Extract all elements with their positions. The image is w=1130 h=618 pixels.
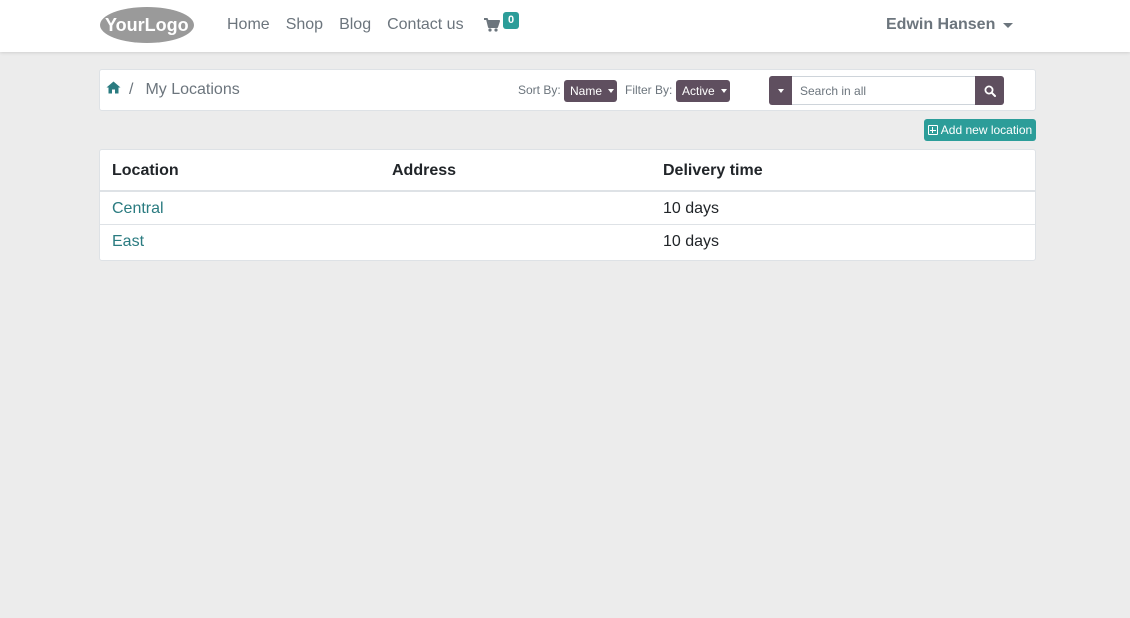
chevron-down-icon (608, 89, 615, 93)
logo-text-your: YourLogo (105, 15, 189, 35)
chevron-down-icon (1003, 22, 1014, 28)
column-header-address: Address (392, 162, 457, 179)
search-input[interactable] (792, 76, 975, 105)
chevron-down-icon (777, 88, 784, 93)
delivery-time-cell: 10 days (663, 200, 720, 217)
user-menu[interactable]: Edwin Hansen (886, 15, 1014, 35)
delivery-time-cell: 10 days (663, 233, 720, 250)
location-link[interactable]: Central (112, 200, 164, 218)
breadcrumb-bar: / My Locations Sort By: Name Filter By: … (99, 69, 1036, 111)
table-row: Central 10 days (100, 192, 1035, 225)
site-header: YourLogo Home Shop Blog Contact us 0 Edw… (0, 0, 1130, 52)
table-row: East 10 days (100, 225, 1035, 258)
filter-value: Active (682, 84, 715, 98)
sort-value: Name (570, 84, 603, 98)
nav-shop[interactable]: Shop (286, 16, 323, 34)
breadcrumb: / My Locations (106, 81, 240, 99)
breadcrumb-current: My Locations (145, 81, 240, 98)
table-header: Location Address Delivery time (100, 150, 1035, 192)
locations-table: Location Address Delivery time Central 1… (99, 149, 1036, 261)
logo-icon: YourLogo (100, 7, 194, 43)
nav-blog[interactable]: Blog (339, 16, 371, 34)
main-nav: Home Shop Blog Contact us (227, 0, 480, 50)
add-new-location-label: Add new location (940, 123, 1033, 137)
search-options-dropdown[interactable] (769, 76, 792, 105)
sort-label: Sort By: (518, 83, 561, 97)
nav-contact-us[interactable]: Contact us (387, 16, 463, 34)
breadcrumb-separator: / (129, 81, 134, 98)
home-icon[interactable] (106, 81, 121, 99)
cart-count-badge: 0 (503, 12, 519, 29)
add-new-location-button[interactable]: Add new location (924, 119, 1036, 141)
plus-square-icon (927, 125, 938, 135)
search-button[interactable] (975, 76, 1004, 105)
logo[interactable]: YourLogo (99, 5, 195, 45)
column-header-location: Location (112, 162, 179, 179)
sort-dropdown[interactable]: Name (564, 80, 617, 102)
cart-button[interactable]: 0 (484, 12, 524, 40)
chevron-down-icon (720, 89, 727, 93)
search-group (769, 76, 1004, 105)
column-header-delivery-time: Delivery time (663, 162, 763, 179)
user-name: Edwin Hansen (886, 16, 996, 33)
location-link[interactable]: East (112, 233, 144, 251)
search-icon (984, 85, 996, 97)
nav-home[interactable]: Home (227, 16, 270, 34)
filter-dropdown[interactable]: Active (676, 80, 730, 102)
filter-label: Filter By: (625, 83, 673, 97)
shopping-cart-icon (484, 18, 500, 32)
